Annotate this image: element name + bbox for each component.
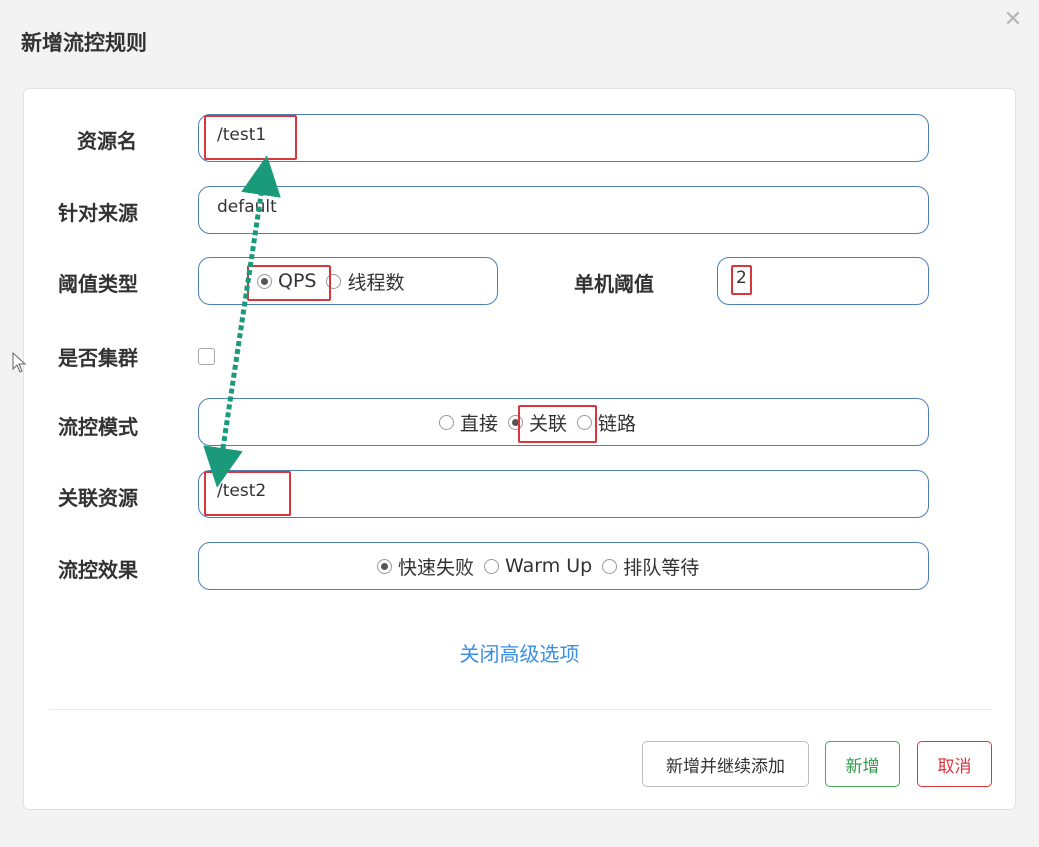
control-mode-label: 流控模式 [58, 415, 138, 439]
control-effect-radio-warm-up[interactable]: Warm Up [484, 555, 592, 577]
mouse-cursor-icon [12, 352, 27, 373]
radio-checked-icon [508, 414, 524, 430]
control-effect-label: 流控效果 [58, 558, 138, 582]
close-icon[interactable]: ✕ [998, 5, 1028, 35]
related-resource-value: /test2 [217, 481, 267, 501]
threshold-type-option-label: QPS [278, 270, 317, 292]
control-effect-group: 快速失败 Warm Up 排队等待 [198, 542, 929, 590]
radio-unchecked-icon [439, 414, 454, 430]
source-value: default [217, 197, 277, 217]
single-threshold-value: 2 [736, 268, 747, 288]
threshold-type-group: QPS 线程数 [198, 257, 498, 305]
control-effect-radio-fail-fast[interactable]: 快速失败 [377, 553, 474, 580]
related-resource-input[interactable]: /test2 [198, 470, 929, 518]
radio-unchecked-icon [577, 414, 593, 430]
resource-input[interactable]: /test1 [198, 114, 929, 162]
cancel-button[interactable]: 取消 [917, 741, 992, 787]
resource-value: /test1 [217, 125, 267, 145]
control-mode-radio-direct[interactable]: 直接 [439, 409, 498, 436]
radio-checked-icon [257, 273, 272, 289]
radio-unchecked-icon [484, 558, 500, 574]
control-effect-option-label: 快速失败 [398, 556, 475, 579]
radio-unchecked-icon [326, 273, 342, 289]
control-mode-option-label: 关联 [529, 412, 568, 435]
related-resource-label: 关联资源 [58, 486, 138, 510]
control-mode-option-label: 链路 [598, 412, 637, 435]
dialog-title: 新增流控规则 [21, 31, 147, 55]
source-label: 针对来源 [58, 201, 138, 225]
threshold-type-radio-qps[interactable]: QPS [257, 270, 316, 292]
close-advanced-options-link[interactable]: 关闭高级选项 [24, 638, 1015, 667]
control-effect-option-label: 排队等待 [623, 556, 700, 579]
resource-label: 资源名 [77, 129, 137, 153]
source-input[interactable]: default [198, 186, 929, 234]
control-mode-radio-chain[interactable]: 链路 [577, 409, 636, 436]
cluster-checkbox[interactable] [198, 348, 215, 365]
radio-checked-icon [377, 558, 392, 574]
threshold-type-radio-threads[interactable]: 线程数 [326, 268, 405, 295]
control-mode-radio-related[interactable]: 关联 [508, 409, 567, 436]
control-effect-radio-queue[interactable]: 排队等待 [602, 553, 699, 580]
cluster-label: 是否集群 [58, 346, 138, 370]
control-mode-group: 直接 关联 链路 [198, 398, 929, 446]
control-mode-option-label: 直接 [460, 412, 499, 435]
add-and-continue-button[interactable]: 新增并继续添加 [642, 741, 809, 787]
control-effect-option-label: Warm Up [505, 555, 593, 577]
threshold-type-option-label: 线程数 [347, 271, 405, 294]
threshold-type-label: 阈值类型 [58, 272, 138, 296]
form-panel: 资源名 /test1 针对来源 default 阈值类型 QPS 线程数 单机阈… [23, 88, 1016, 810]
single-threshold-label: 单机阈值 [574, 272, 654, 296]
radio-unchecked-icon [602, 558, 618, 574]
add-button[interactable]: 新增 [825, 741, 900, 787]
footer-divider [49, 709, 992, 710]
single-threshold-input[interactable]: 2 [717, 257, 929, 305]
